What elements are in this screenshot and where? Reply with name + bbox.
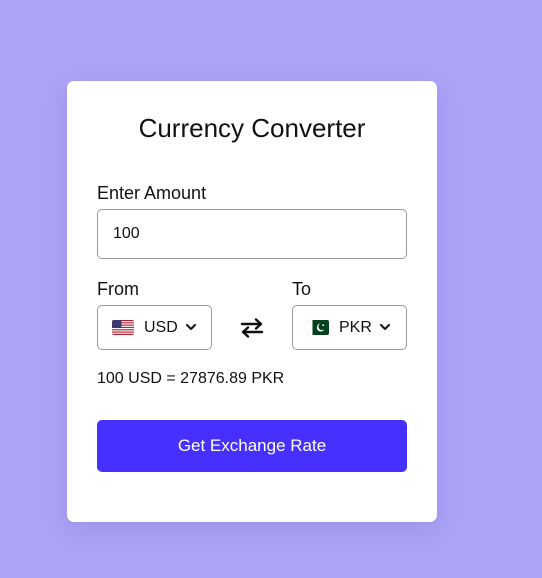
exchange-result-text: 100 USD = 27876.89 PKR xyxy=(97,370,285,387)
page-title: Currency Converter xyxy=(138,113,366,143)
swap-currencies-icon[interactable] xyxy=(237,313,267,343)
get-exchange-rate-button[interactable]: Get Exchange Rate xyxy=(97,420,407,472)
from-currency-select[interactable]: USD xyxy=(97,305,212,350)
us-flag-icon xyxy=(112,320,134,335)
amount-input[interactable] xyxy=(97,209,407,259)
from-currency-code: USD xyxy=(144,318,178,336)
to-currency-code: PKR xyxy=(339,318,372,336)
to-label: To xyxy=(292,279,312,299)
to-currency-select[interactable]: PKR xyxy=(292,305,407,350)
amount-label: Enter Amount xyxy=(97,183,207,203)
from-label: From xyxy=(97,279,139,299)
chevron-down-icon xyxy=(185,324,196,331)
pk-flag-icon xyxy=(307,320,329,335)
chevron-down-icon xyxy=(379,324,390,331)
converter-card: Currency Converter Enter Amount From To … xyxy=(67,81,437,522)
